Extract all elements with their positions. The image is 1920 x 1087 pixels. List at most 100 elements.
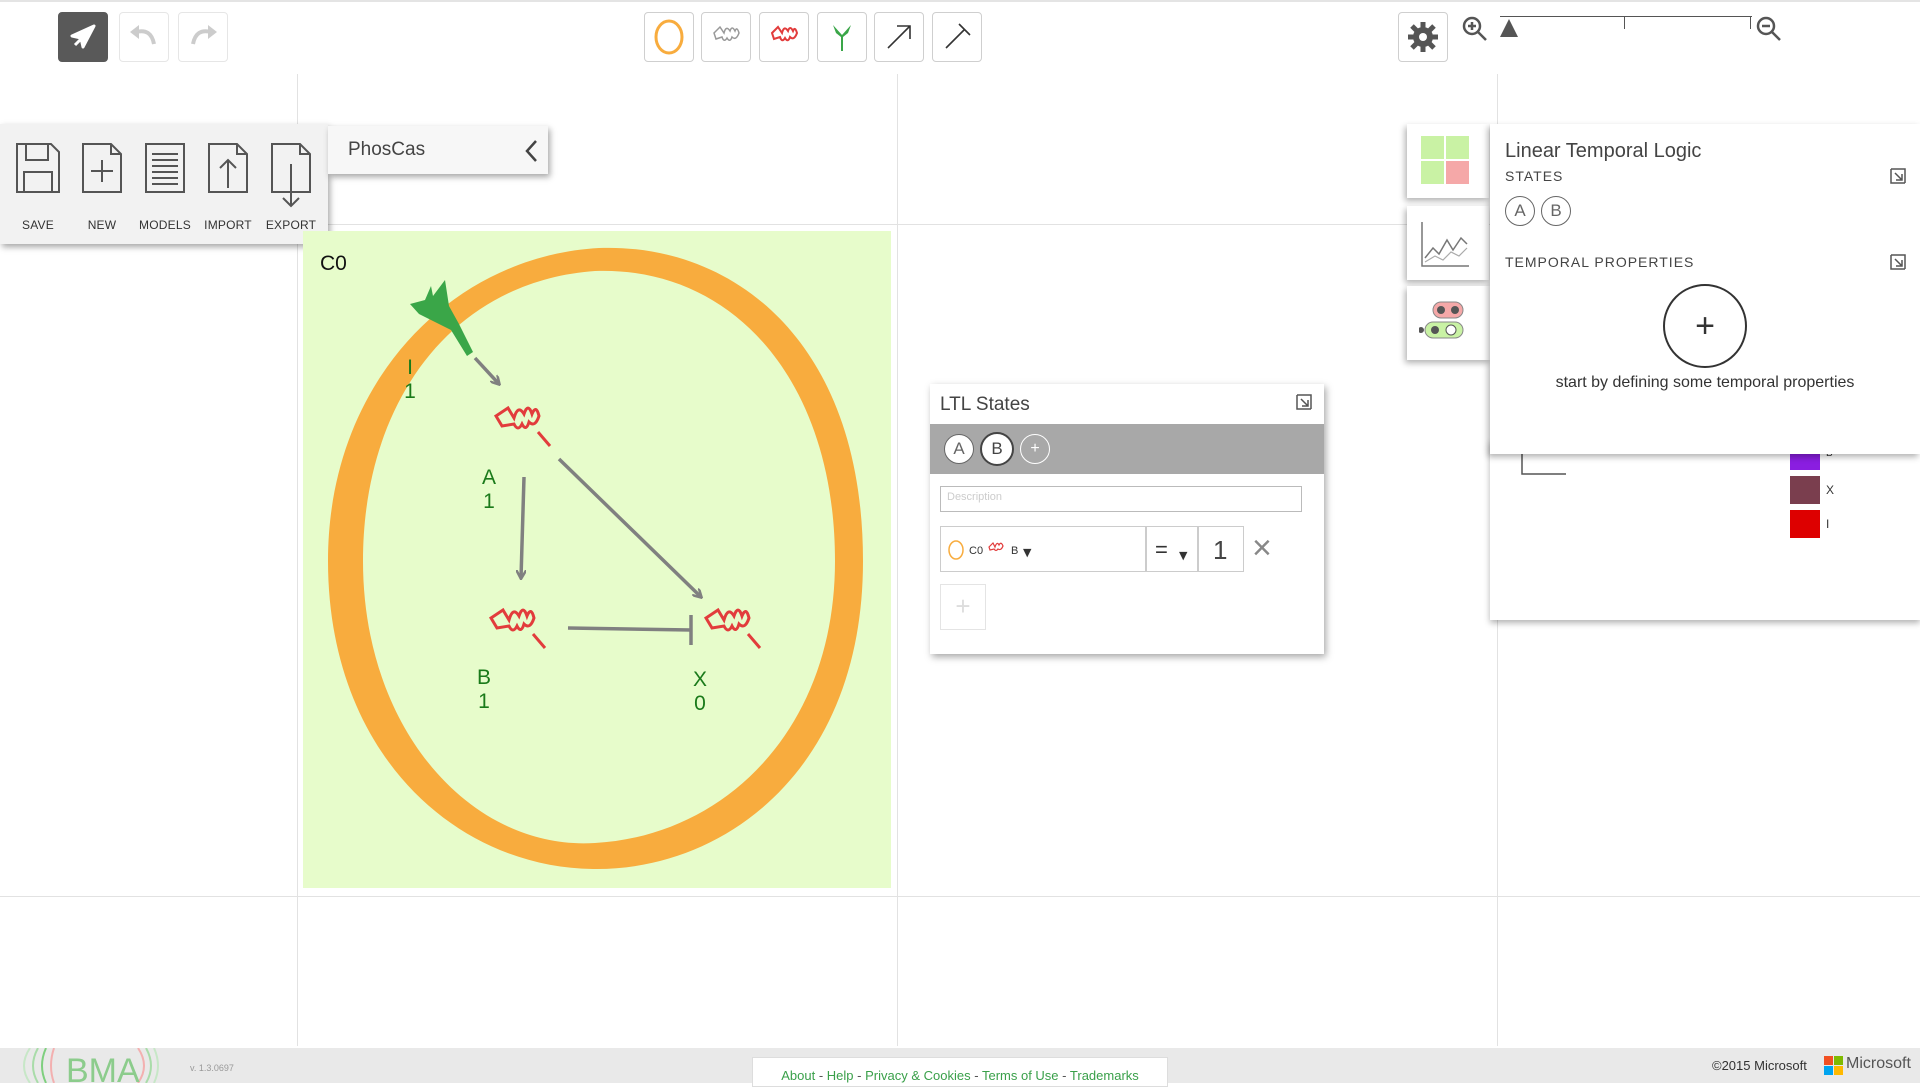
receptor-icon	[833, 25, 851, 51]
copyright: ©2015 Microsoft	[1712, 1058, 1807, 1073]
zoom-slider[interactable]	[1500, 16, 1752, 43]
activator-edge-tool[interactable]	[874, 12, 924, 62]
variable-label-I: I1	[404, 356, 416, 403]
model-name-bar: PhosCas	[328, 126, 548, 174]
new-button[interactable]: NEW	[74, 140, 130, 232]
activator-arrow-icon	[887, 25, 911, 49]
add-temporal-property-button[interactable]: +	[1663, 284, 1747, 368]
separator: -	[857, 1068, 862, 1083]
chevron-left-icon[interactable]	[522, 138, 542, 164]
top-border	[0, 0, 1920, 2]
simulation-tab[interactable]	[1407, 206, 1489, 280]
grid-line	[897, 74, 898, 1046]
about-link[interactable]: About	[781, 1068, 815, 1083]
file-menu-panel: SAVE NEW MODELS IMPORT EXPORT	[0, 124, 328, 244]
operator-value: =	[1155, 537, 1168, 562]
edge-layer	[473, 356, 891, 645]
inhibitor-edge-tool[interactable]	[932, 12, 982, 62]
variable-protein-icon	[770, 25, 799, 42]
cell-icon	[948, 540, 964, 560]
models-button[interactable]: MODELS	[137, 140, 193, 232]
cell-container-tool[interactable]	[644, 12, 694, 62]
variable-label-X: X0	[692, 668, 707, 715]
zoom-out-icon[interactable]	[1754, 14, 1784, 48]
separator: -	[818, 1068, 824, 1083]
state-chip-B[interactable]: B	[1541, 196, 1571, 226]
add-formula-button[interactable]: +	[940, 584, 986, 630]
settings-button[interactable]	[1398, 12, 1448, 62]
receptor-tool[interactable]	[817, 12, 867, 62]
container-name: C0	[969, 545, 984, 557]
state-description-input[interactable]: Description	[940, 486, 1302, 512]
separator: -	[1062, 1068, 1067, 1083]
help-link[interactable]: Help	[827, 1068, 854, 1083]
gear-icon	[1408, 22, 1438, 52]
save-icon	[16, 143, 60, 193]
redo-icon	[191, 25, 217, 45]
variable-label-A: A1	[481, 466, 496, 513]
microsoft-logo-icon	[1824, 1056, 1843, 1075]
constant-tool[interactable]	[701, 12, 751, 62]
value-input[interactable]: 1	[1198, 526, 1244, 572]
import-button[interactable]: IMPORT	[200, 140, 256, 232]
chevron-down-icon: ▼	[1179, 549, 1188, 562]
bma-logo: BMA	[23, 1048, 159, 1083]
proof-tab[interactable]	[1407, 124, 1489, 198]
formula-variable-select[interactable]: C0 B ▼	[940, 526, 1146, 572]
legend-label-X: X	[1826, 483, 1835, 497]
variable-B[interactable]	[487, 598, 555, 658]
zoom-in-icon[interactable]	[1460, 14, 1490, 48]
new-icon	[82, 143, 122, 193]
trademarks-link[interactable]: Trademarks	[1070, 1068, 1139, 1083]
add-state-button[interactable]: +	[1020, 434, 1050, 464]
export-button[interactable]: EXPORT	[263, 140, 319, 232]
separator: -	[974, 1068, 979, 1083]
privacy-link[interactable]: Privacy & Cookies	[865, 1068, 970, 1083]
temporal-logic-panel: Linear Temporal Logic STATES A B TEMPORA…	[1490, 124, 1920, 454]
temporal-properties-heading: TEMPORAL PROPERTIES	[1505, 254, 1695, 270]
version-label: v. 1.3.0697	[190, 1063, 234, 1073]
edge-B-X-inhibit[interactable]	[567, 626, 692, 632]
variable-protein-icon	[988, 541, 1004, 552]
zoom-handle[interactable]	[1498, 17, 1520, 39]
redo-button[interactable]	[178, 12, 228, 62]
legend-label-I: I	[1826, 517, 1830, 531]
edge-A-B[interactable]	[521, 476, 524, 578]
operator-select[interactable]: = ▼	[1146, 526, 1198, 572]
inhibitor-arrow-icon	[945, 23, 971, 49]
legend-swatch-X	[1790, 476, 1820, 504]
undo-button[interactable]	[119, 12, 169, 62]
ltl-toggle-icon	[1419, 301, 1464, 339]
legend-swatch-I	[1790, 510, 1820, 538]
ltl-tab[interactable]	[1407, 286, 1491, 360]
state-tab-A[interactable]: A	[944, 434, 974, 464]
states-heading: STATES	[1505, 168, 1564, 184]
state-chip-A[interactable]: A	[1505, 196, 1535, 226]
edge-I-A[interactable]	[473, 356, 499, 384]
simulation-panel	[1490, 440, 1920, 620]
terms-link[interactable]: Terms of Use	[982, 1068, 1059, 1083]
ltl-states-title: LTL States	[940, 394, 1030, 415]
edge-A-X[interactable]	[557, 457, 701, 597]
expand-states-icon[interactable]	[1888, 166, 1908, 186]
line-chart-icon	[1421, 222, 1469, 267]
variable-A[interactable]	[492, 396, 560, 456]
export-icon	[271, 143, 311, 208]
state-tab-B[interactable]: B	[980, 432, 1014, 466]
variable-tool[interactable]	[759, 12, 809, 62]
collapse-icon[interactable]	[1294, 392, 1314, 412]
formula-value: 1	[1213, 535, 1228, 565]
ltl-states-bar: A B +	[930, 424, 1324, 474]
bma-logo-text: BMA	[66, 1052, 140, 1083]
model-name[interactable]: PhosCas	[348, 139, 425, 161]
save-button[interactable]: SAVE	[10, 140, 66, 232]
chevron-down-icon: ▼	[1023, 546, 1032, 559]
expand-properties-icon[interactable]	[1888, 252, 1908, 272]
variable-X[interactable]	[702, 598, 770, 658]
select-tool-button[interactable]	[58, 12, 108, 62]
remove-formula-button[interactable]: ×	[1252, 526, 1272, 570]
models-icon	[145, 143, 185, 193]
arrow-cursor-icon	[70, 24, 96, 49]
temporal-logic-title: Linear Temporal Logic	[1505, 140, 1702, 162]
proof-grid-icon	[1421, 136, 1469, 184]
